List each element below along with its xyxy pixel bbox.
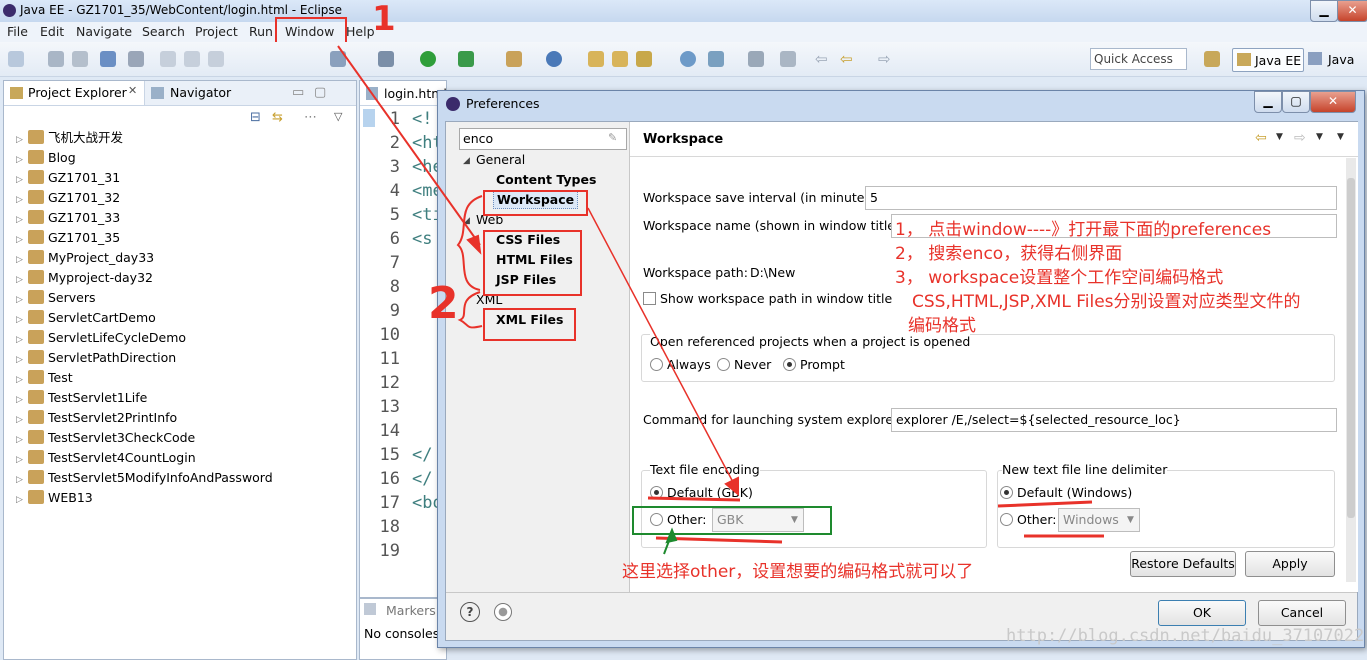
- arrow-window-to-web: [337, 45, 481, 246]
- arrow-workspace-to-encoding: [587, 207, 735, 485]
- annotation-other-hint: 这里选择other，设置想要的编码格式就可以了: [622, 562, 974, 582]
- underline-default-gbk: [647, 496, 741, 502]
- annotation-step-3: 3， workspace设置整个工作空间编码格式: [895, 268, 1224, 288]
- watermark: http://blog.csdn.net/baidu_37107022: [1006, 626, 1365, 646]
- annotation-step-2: 2， 搜索enco，获得右侧界面: [895, 244, 1123, 264]
- annotation-number-1: 1: [372, 0, 396, 39]
- bracket-2: [457, 291, 483, 329]
- underline-default-windows: [997, 500, 1093, 508]
- arrowhead-1: [466, 234, 482, 255]
- annotation-step-3c: 编码格式: [908, 316, 976, 336]
- green-arrowhead: [665, 527, 678, 544]
- arrowhead-2: [724, 476, 739, 497]
- annotation-number-2: 2: [428, 278, 459, 329]
- annotation-step-1: 1， 点击window----》打开最下面的preferences: [895, 220, 1272, 240]
- annotation-step-3b: CSS,HTML,JSP,XML Files分别设置对应类型文件的: [912, 292, 1301, 312]
